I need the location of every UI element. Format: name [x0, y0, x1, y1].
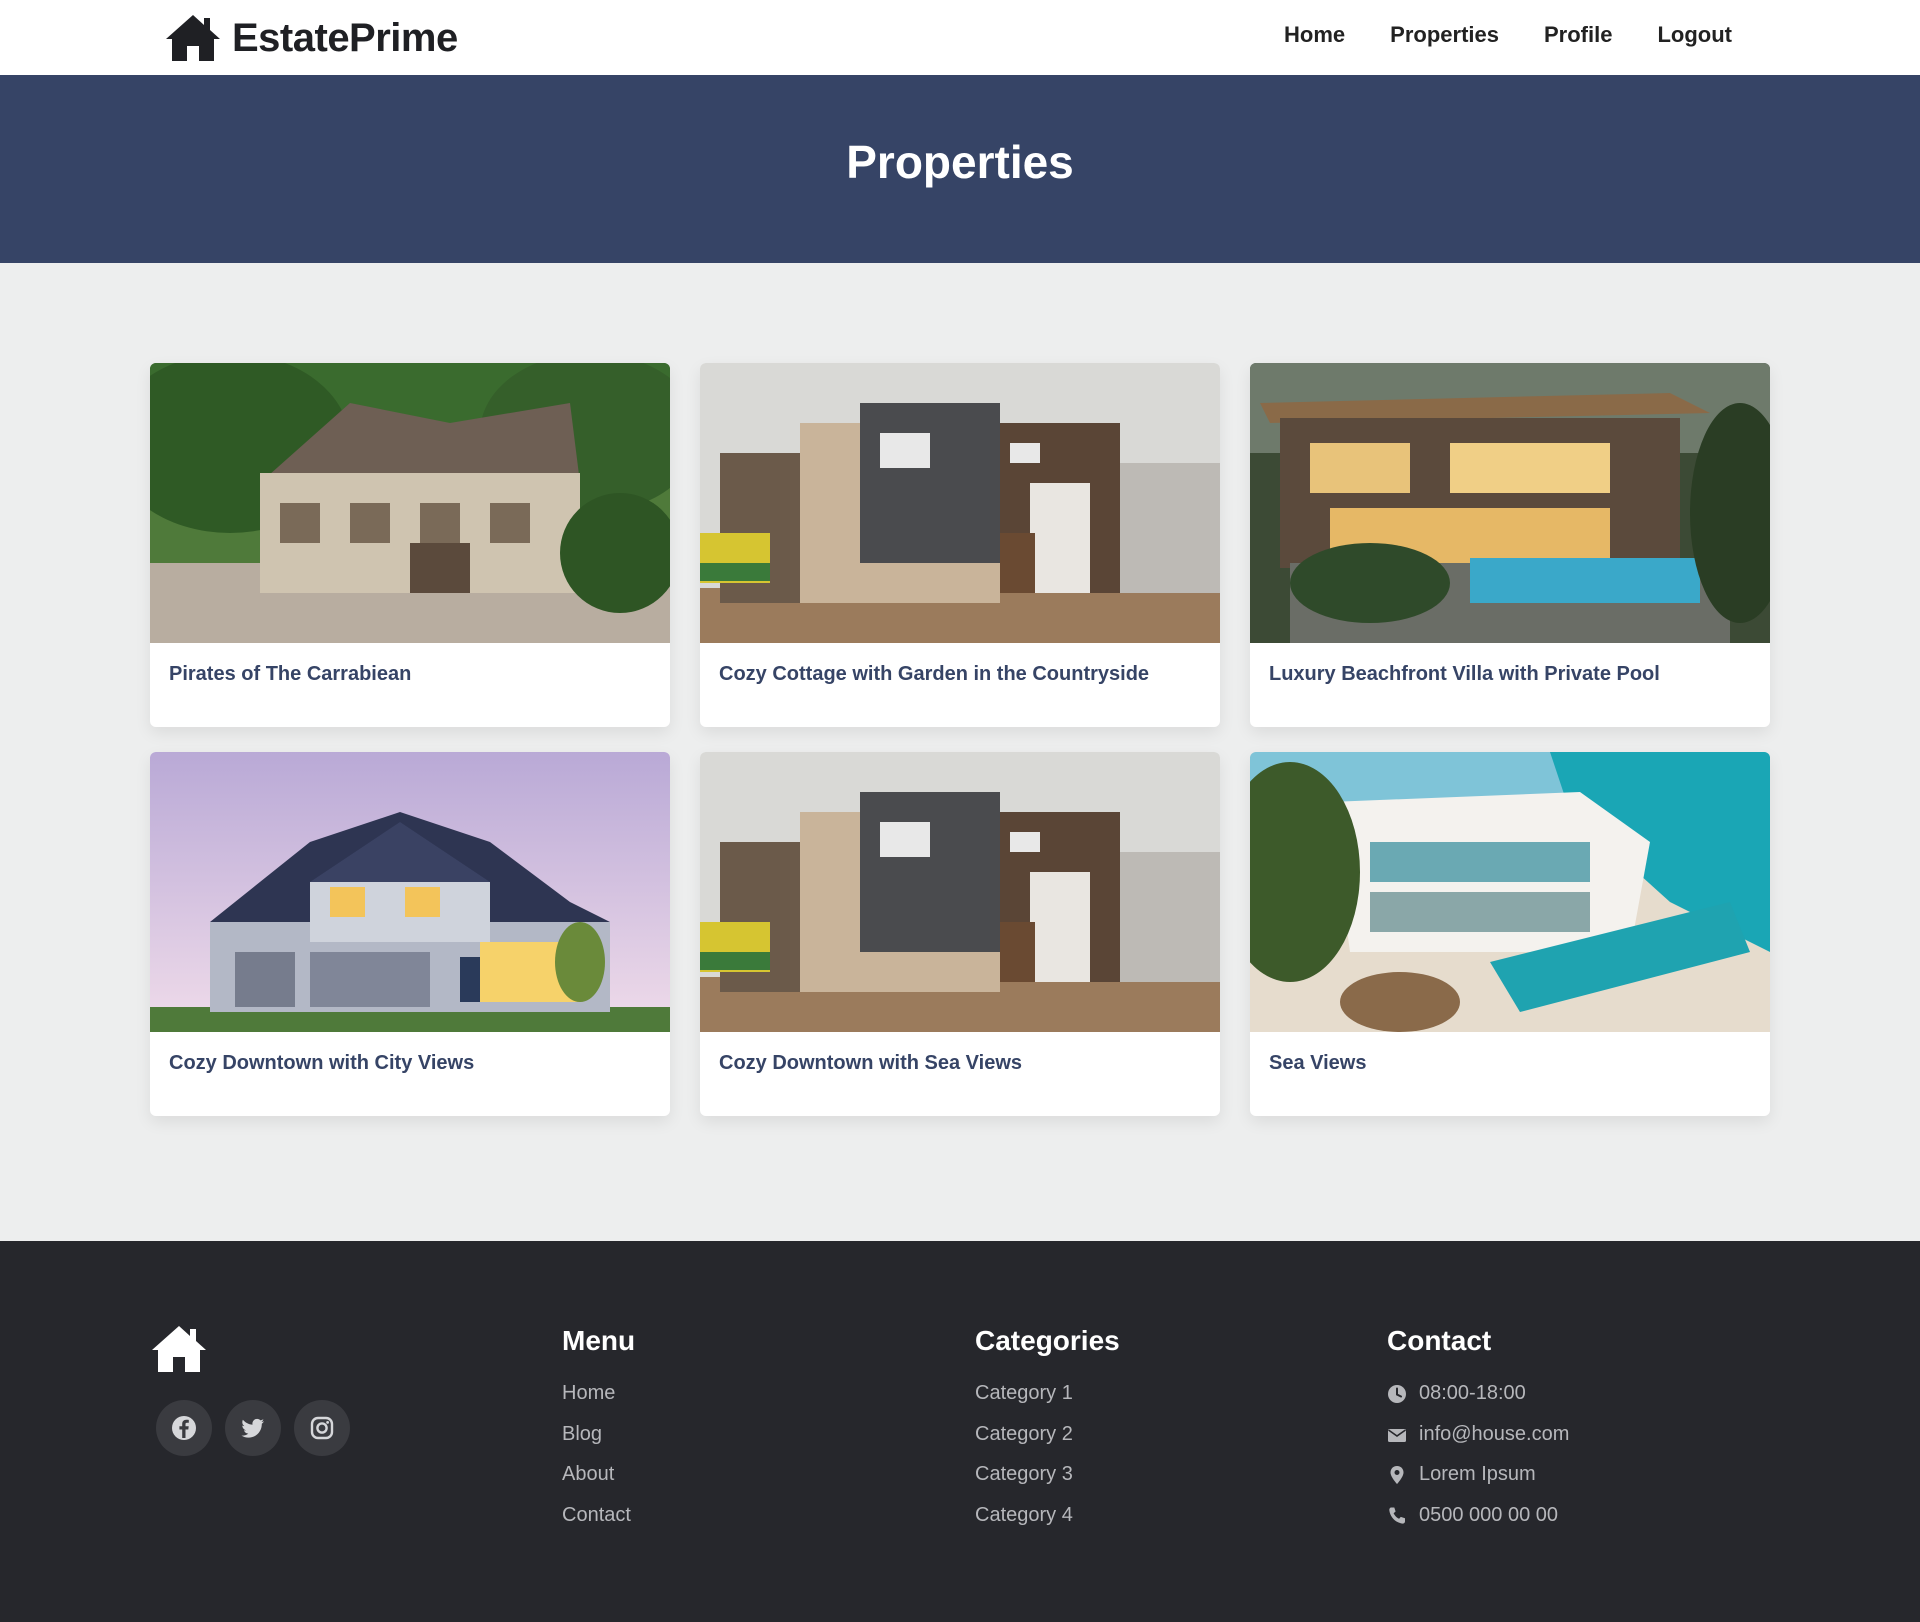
contact-email[interactable]: info@house.com	[1387, 1423, 1569, 1446]
contact-phone-text: 0500 000 00 00	[1419, 1504, 1559, 1526]
property-title: Sea Views	[1269, 1052, 1367, 1074]
page-title: Properties	[846, 136, 1074, 188]
property-image	[700, 363, 1220, 643]
property-title: Luxury Beachfront Villa with Private Poo…	[1269, 663, 1660, 685]
footer-category-1[interactable]: Category 1	[975, 1382, 1073, 1405]
brand-logo[interactable]: EstatePrime	[164, 12, 458, 64]
property-image	[1250, 752, 1770, 1032]
facebook-icon	[172, 1416, 196, 1440]
property-title: Cozy Cottage with Garden in the Countrys…	[719, 663, 1150, 685]
contact-hours-text: 08:00-18:00	[1419, 1382, 1526, 1404]
contact-address: Lorem Ipsum	[1387, 1463, 1536, 1486]
instagram-icon	[310, 1416, 334, 1440]
property-image	[150, 363, 670, 643]
property-title: Pirates of The Carrabiean	[169, 663, 412, 685]
brand-name: EstatePrime	[232, 15, 458, 60]
twitter-icon	[241, 1418, 264, 1438]
home-icon[interactable]	[150, 1324, 208, 1374]
nav-properties[interactable]: Properties	[1390, 22, 1499, 48]
property-card[interactable]: Cozy Cottage with Garden in the Countrys…	[700, 363, 1220, 727]
property-card[interactable]: Luxury Beachfront Villa with Private Poo…	[1250, 363, 1770, 727]
property-image	[1250, 363, 1770, 643]
property-card[interactable]: Pirates of The Carrabiean	[150, 363, 670, 727]
contact-email-text: info@house.com	[1419, 1423, 1570, 1445]
nav-home[interactable]: Home	[1284, 22, 1345, 48]
contact-phone[interactable]: 0500 000 00 00	[1387, 1504, 1558, 1527]
footer-menu-title: Menu	[562, 1325, 636, 1356]
main-nav: Home Properties Profile Logout	[1284, 22, 1732, 48]
footer-categories-title: Categories	[975, 1325, 1120, 1356]
footer-link-blog[interactable]: Blog	[562, 1423, 602, 1446]
phone-icon	[1389, 1507, 1405, 1524]
property-title: Cozy Downtown with Sea Views	[719, 1052, 1023, 1074]
clock-icon	[1388, 1384, 1406, 1403]
page-hero: Properties	[0, 75, 1920, 263]
top-navbar: EstatePrime Home Properties Profile Logo…	[0, 0, 1920, 75]
contact-address-text: Lorem Ipsum	[1419, 1463, 1536, 1485]
envelope-icon	[1388, 1428, 1406, 1442]
facebook-button[interactable]	[156, 1400, 212, 1456]
twitter-button[interactable]	[225, 1400, 281, 1456]
footer-category-3[interactable]: Category 3	[975, 1463, 1073, 1486]
home-icon	[166, 15, 220, 61]
property-card[interactable]: Cozy Downtown with Sea Views	[700, 752, 1220, 1116]
nav-logout[interactable]: Logout	[1657, 22, 1732, 48]
footer-contact-title: Contact	[1387, 1325, 1492, 1356]
footer-category-4[interactable]: Category 4	[975, 1504, 1073, 1527]
site-footer: Menu Home Blog About Contact Categories …	[0, 1241, 1920, 1622]
contact-hours: 08:00-18:00	[1387, 1382, 1526, 1405]
footer-link-about[interactable]: About	[562, 1463, 614, 1486]
property-image	[700, 752, 1220, 1032]
nav-profile[interactable]: Profile	[1544, 22, 1612, 48]
footer-category-2[interactable]: Category 2	[975, 1423, 1073, 1446]
property-title: Cozy Downtown with City Views	[169, 1052, 475, 1074]
instagram-button[interactable]	[294, 1400, 350, 1456]
footer-link-contact[interactable]: Contact	[562, 1504, 631, 1527]
footer-link-home[interactable]: Home	[562, 1382, 615, 1405]
property-card[interactable]: Cozy Downtown with City Views	[150, 752, 670, 1116]
property-card[interactable]: Sea Views	[1250, 752, 1770, 1116]
property-image	[150, 752, 670, 1032]
map-pin-icon	[1390, 1465, 1404, 1484]
